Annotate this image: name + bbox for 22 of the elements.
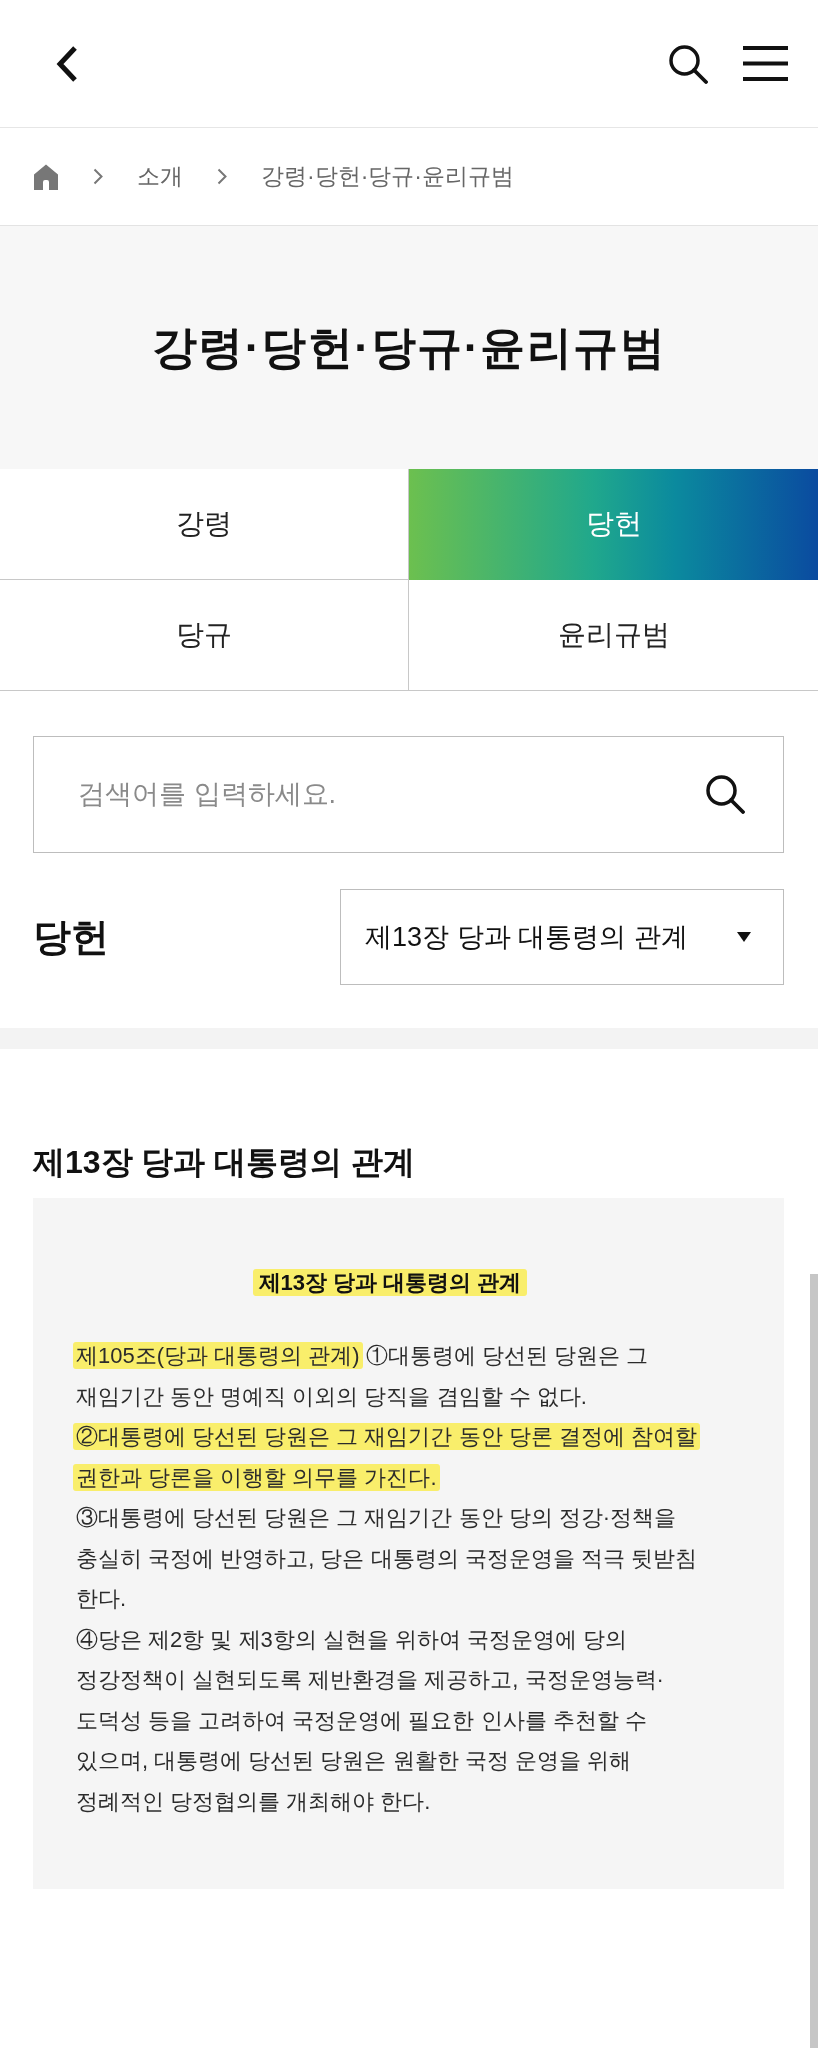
chapter-select[interactable]: 제13장 당과 대통령의 관계 (340, 889, 784, 985)
scroll-bar[interactable] (810, 1274, 818, 2048)
clause-text: 제105조(당과 대통령의 관계) ①대통령에 당선된 당원은 그 재임기간 동안 명예직 이외의 당직을 겸임할 수 없다. (76, 1336, 704, 1417)
search-field[interactable]: 검색어를 입력하세요. (33, 736, 784, 853)
chevron-right-icon (217, 168, 227, 185)
chevron-right-icon (93, 168, 103, 185)
chapter-heading: 제13장 당과 대통령의 관계 (252, 1269, 528, 1296)
clause-text: ③대통령에 당선된 당원은 그 재임기간 동안 당의 정강·정책을 충실히 국정에 반영하고, 당은 대통령의 국정운영을 적극 뒷받침 한다. (76, 1504, 698, 1613)
tab[interactable]: 당규 (0, 580, 409, 691)
chevron-left-icon[interactable] (55, 44, 79, 83)
search-icon[interactable] (705, 774, 745, 814)
caret-down-icon (737, 932, 751, 942)
breadcrumb-link[interactable]: 소개 (137, 161, 183, 192)
page-title: 강령·당헌·당규·윤리규범 (151, 320, 667, 375)
chapter-title: 제13장 당과 대통령의 관계 (33, 1143, 417, 1182)
section-title: 당헌 (33, 914, 109, 960)
search-icon[interactable] (668, 43, 708, 84)
menu-icon[interactable] (743, 46, 788, 81)
clause-text: ④당은 제2항 및 제3항의 실현을 위하여 국정운영에 당의 정강정책이 실현되도록 제반환경을 제공하고, 국정운영능력·도덕성 등을 고려하여 국정운영에 필요한 인사를 추천할 수 있으며, 대통령에 당선된 당원은 원활한 국정 운영을 위해 정례적인 당정협의를 개최해야 한다. (76, 1625, 665, 1816)
breadcrumb-link[interactable]: 강령·당헌·당규·윤리규범 (261, 161, 514, 192)
tab[interactable]: 강령 (0, 469, 409, 580)
home-icon[interactable] (33, 163, 59, 190)
